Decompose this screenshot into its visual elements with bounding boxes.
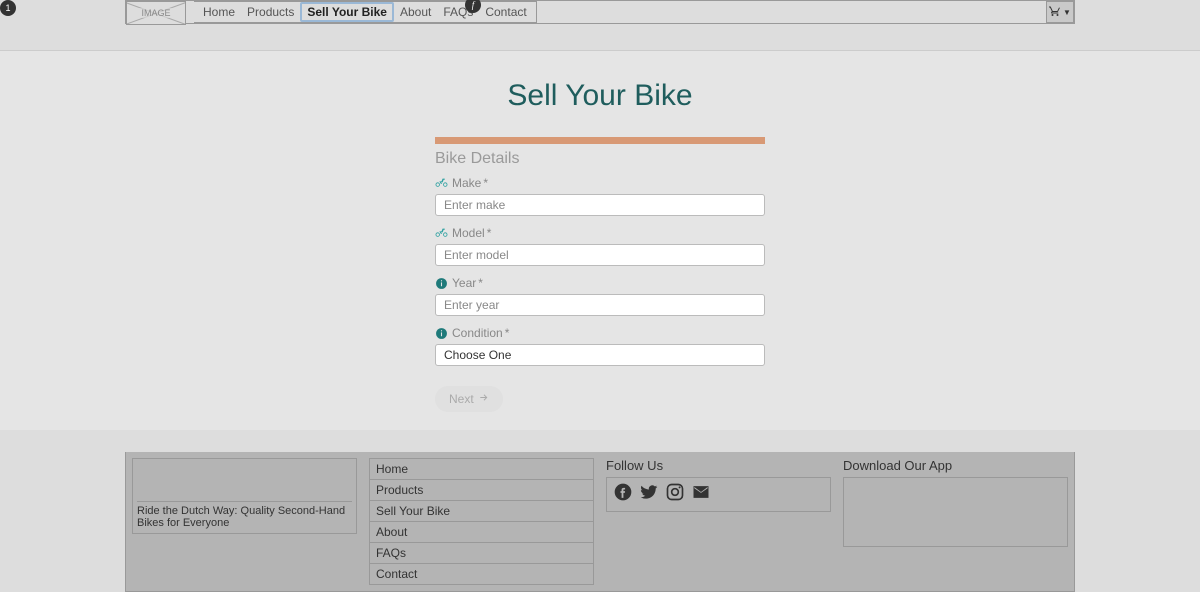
field-make: Make *	[435, 176, 765, 216]
cart-icon	[1049, 5, 1061, 20]
next-label: Next	[449, 392, 474, 406]
instagram-icon[interactable]	[665, 482, 685, 507]
nav-contact[interactable]: Contact	[479, 2, 532, 22]
info-icon	[435, 327, 448, 340]
footer-nav-about[interactable]: About	[370, 522, 593, 543]
cart-button[interactable]: ▼	[1046, 1, 1074, 23]
model-input[interactable]	[435, 244, 765, 266]
next-button[interactable]: Next	[435, 386, 503, 412]
bicycle-icon	[435, 177, 448, 190]
social-row	[606, 477, 831, 512]
year-label: Year	[452, 276, 476, 290]
required-mark: *	[478, 276, 483, 290]
app-download-box[interactable]	[843, 477, 1068, 547]
nav-about[interactable]: About	[394, 2, 437, 22]
year-input[interactable]	[435, 294, 765, 316]
field-model: Model *	[435, 226, 765, 266]
make-label: Make	[452, 176, 481, 190]
nav-home[interactable]: Home	[197, 2, 241, 22]
download-title: Download Our App	[843, 458, 1068, 473]
footer-nav-sell[interactable]: Sell Your Bike	[370, 501, 593, 522]
info-icon	[435, 277, 448, 290]
section-title: Bike Details	[435, 150, 765, 168]
arrow-right-icon	[478, 392, 489, 406]
field-condition: Condition * Choose One	[435, 326, 765, 366]
mail-icon[interactable]	[691, 482, 711, 507]
condition-select[interactable]: Choose One	[435, 344, 765, 366]
twitter-icon[interactable]	[639, 482, 659, 507]
nav-sell-your-bike[interactable]: Sell Your Bike	[300, 2, 394, 22]
footer-nav-contact[interactable]: Contact	[370, 564, 593, 584]
page-title: Sell Your Bike	[220, 79, 980, 113]
footer-nav-products[interactable]: Products	[370, 480, 593, 501]
footer-nav-faqs[interactable]: FAQs	[370, 543, 593, 564]
follow-title: Follow Us	[606, 458, 831, 473]
field-year: Year *	[435, 276, 765, 316]
sell-bike-form: Bike Details Make * Model *	[435, 137, 765, 412]
header: IMAGE Home Products Sell Your Bike About…	[125, 0, 1075, 24]
nav-products[interactable]: Products	[241, 2, 300, 22]
footer-nav: Home Products Sell Your Bike About FAQs …	[369, 458, 594, 585]
make-input[interactable]	[435, 194, 765, 216]
main-nav: Home Products Sell Your Bike About FAQs …	[194, 1, 537, 23]
progress-bar	[435, 137, 765, 144]
facebook-icon[interactable]	[613, 482, 633, 507]
notification-badge: 1	[0, 0, 16, 16]
condition-label: Condition	[452, 326, 503, 340]
model-label: Model	[452, 226, 485, 240]
logo-text: IMAGE	[139, 8, 172, 18]
required-mark: *	[483, 176, 488, 190]
required-mark: *	[487, 226, 492, 240]
bicycle-icon	[435, 227, 448, 240]
tagline: Ride the Dutch Way: Quality Second-Hand …	[137, 501, 352, 529]
main-content: Sell Your Bike Bike Details Make *	[0, 51, 1200, 430]
footer-nav-home[interactable]: Home	[370, 459, 593, 480]
tagline-box: Ride the Dutch Way: Quality Second-Hand …	[132, 458, 357, 534]
required-mark: *	[505, 326, 510, 340]
footer: Ride the Dutch Way: Quality Second-Hand …	[125, 452, 1075, 592]
logo[interactable]: IMAGE	[126, 1, 186, 25]
